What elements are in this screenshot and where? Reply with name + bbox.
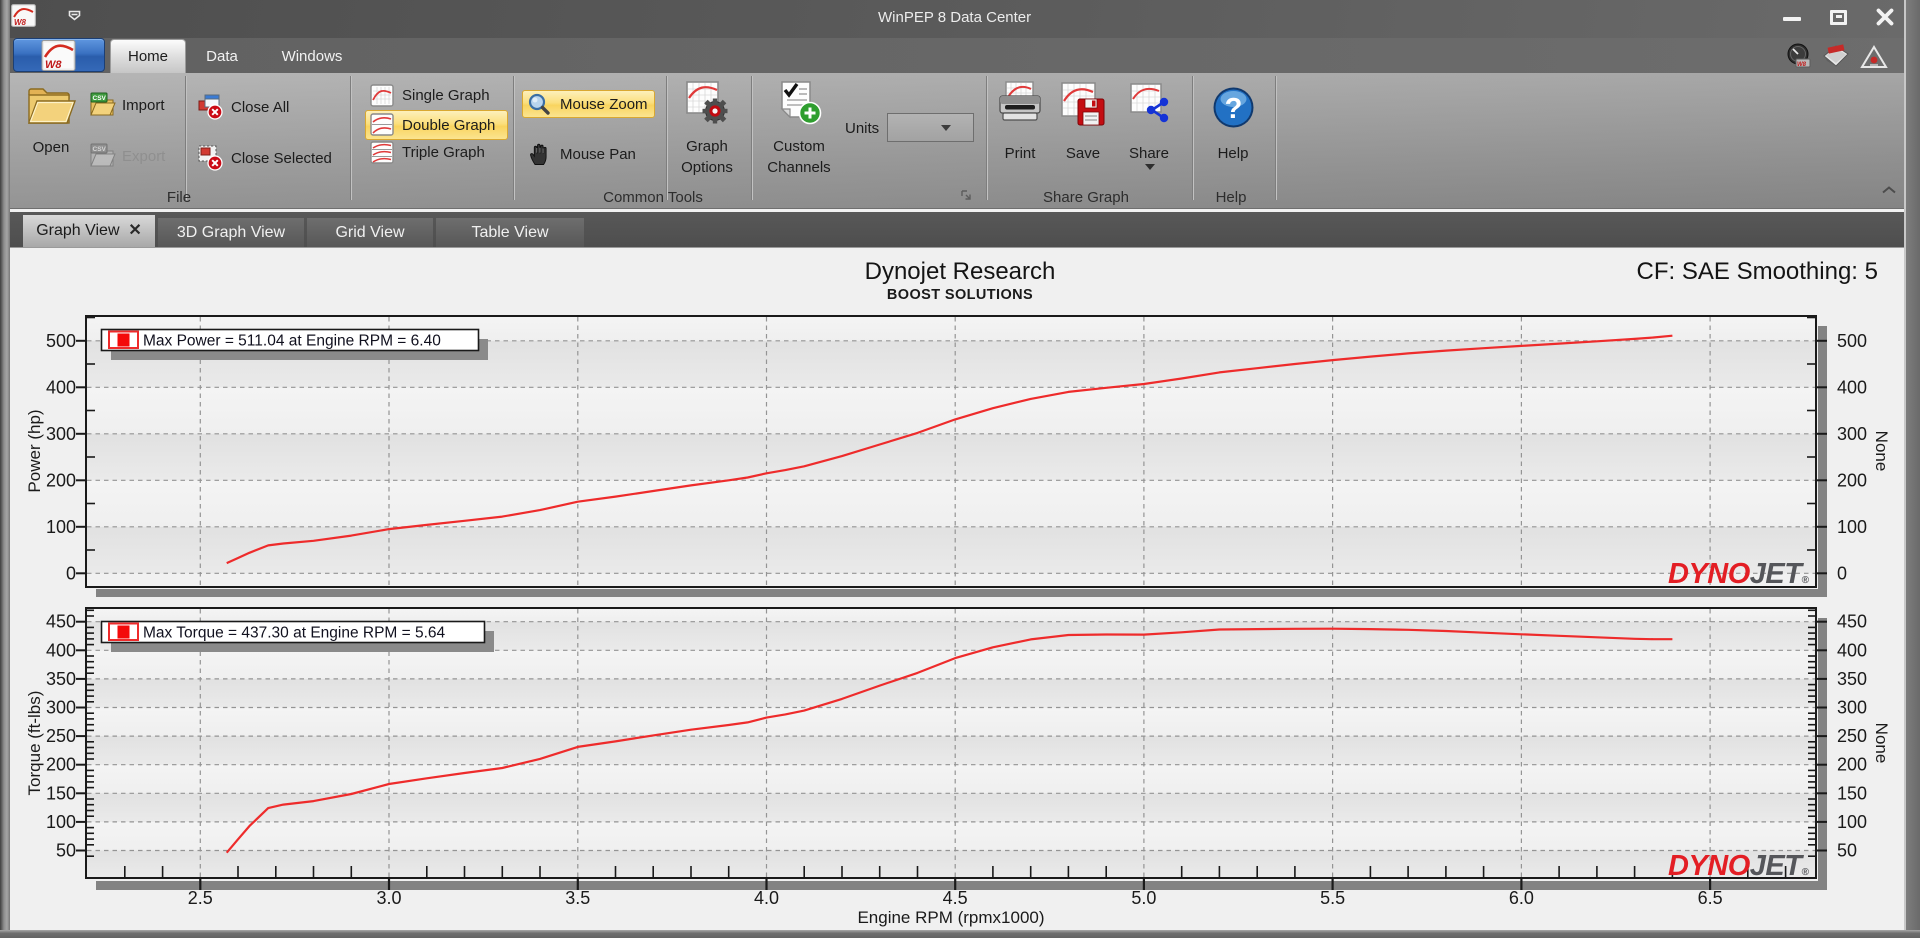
svg-text:200: 200 <box>1837 755 1867 775</box>
svg-text:300: 300 <box>46 424 76 444</box>
svg-text:0: 0 <box>66 563 76 583</box>
svg-text:200: 200 <box>1837 470 1867 490</box>
svg-text:DYNOJET®: DYNOJET® <box>1668 850 1809 882</box>
svg-text:100: 100 <box>46 517 76 537</box>
svg-text:400: 400 <box>46 377 76 397</box>
svg-text:2.5: 2.5 <box>188 888 213 908</box>
svg-text:None: None <box>1872 431 1891 472</box>
svg-text:250: 250 <box>46 726 76 746</box>
svg-text:200: 200 <box>46 755 76 775</box>
svg-text:?: ? <box>1225 93 1243 125</box>
svg-text:450: 450 <box>1837 612 1867 632</box>
svg-text:CSV: CSV <box>93 95 107 102</box>
svg-text:100: 100 <box>1837 517 1867 537</box>
svg-text:350: 350 <box>46 669 76 689</box>
svg-text:400: 400 <box>1837 377 1867 397</box>
svg-text:450: 450 <box>46 612 76 632</box>
svg-text:5.5: 5.5 <box>1320 888 1345 908</box>
svg-text:4.5: 4.5 <box>943 888 968 908</box>
svg-text:3.0: 3.0 <box>376 888 401 908</box>
svg-text:3.5: 3.5 <box>565 888 590 908</box>
svg-text:300: 300 <box>46 698 76 718</box>
svg-text:None: None <box>1872 723 1891 764</box>
svg-text:W8: W8 <box>45 59 62 71</box>
svg-text:Max Torque = 437.30 at Engine: Max Torque = 437.30 at Engine RPM = 5.64 <box>143 625 446 642</box>
svg-text:200: 200 <box>46 470 76 490</box>
svg-text:50: 50 <box>56 841 76 861</box>
svg-text:150: 150 <box>1837 783 1867 803</box>
svg-text:W8: W8 <box>1797 62 1807 68</box>
svg-text:50: 50 <box>1837 841 1857 861</box>
svg-text:6.5: 6.5 <box>1698 888 1723 908</box>
svg-text:100: 100 <box>46 812 76 832</box>
svg-text:5.0: 5.0 <box>1131 888 1156 908</box>
svg-text:300: 300 <box>1837 698 1867 718</box>
svg-text:Max Power = 511.04 at Engine R: Max Power = 511.04 at Engine RPM = 6.40 <box>143 333 441 350</box>
svg-text:500: 500 <box>46 331 76 351</box>
svg-text:Engine RPM (rpmx1000): Engine RPM (rpmx1000) <box>857 908 1044 927</box>
svg-text:Torque (ft-lbs): Torque (ft-lbs) <box>25 691 44 796</box>
svg-text:W8: W8 <box>14 18 27 27</box>
svg-text:DYNOJET®: DYNOJET® <box>1668 558 1809 590</box>
svg-text:300: 300 <box>1837 424 1867 444</box>
svg-text:0: 0 <box>1837 563 1847 583</box>
svg-text:400: 400 <box>1837 640 1867 660</box>
svg-text:CSV: CSV <box>93 146 107 153</box>
svg-text:4.0: 4.0 <box>754 888 779 908</box>
svg-text:500: 500 <box>1837 331 1867 351</box>
svg-text:250: 250 <box>1837 726 1867 746</box>
svg-text:350: 350 <box>1837 669 1867 689</box>
svg-text:400: 400 <box>46 640 76 660</box>
svg-text:Power (hp): Power (hp) <box>25 409 44 492</box>
svg-text:150: 150 <box>46 783 76 803</box>
svg-text:6.0: 6.0 <box>1509 888 1534 908</box>
svg-text:100: 100 <box>1837 812 1867 832</box>
